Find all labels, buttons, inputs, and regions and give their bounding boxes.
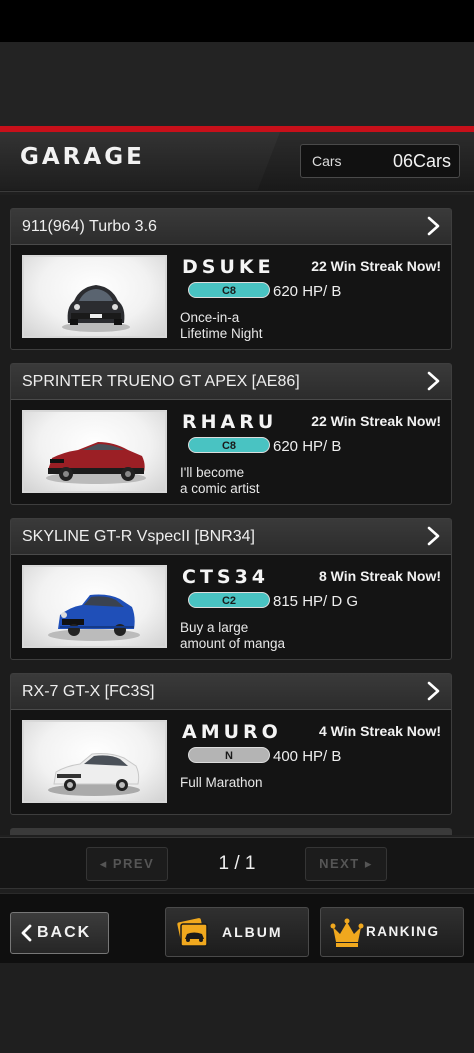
next-page-button[interactable]: NEXT ▸ xyxy=(305,847,387,881)
chevron-right-icon[interactable] xyxy=(423,216,443,236)
car-spec: 620 HP/ B xyxy=(273,438,342,455)
page-title: GARAGE xyxy=(20,144,145,170)
porsche-964-turbo-car-image xyxy=(22,255,167,338)
title-bar: GARAGE Cars 06Cars xyxy=(0,132,474,192)
car-card[interactable]: 911(964) Turbo 3.6 DSUKE 22 Win Streak N… xyxy=(10,208,452,350)
page-indicator: 1 / 1 xyxy=(218,853,256,874)
rank-badge: C8 xyxy=(188,437,270,453)
header-area xyxy=(0,42,474,126)
cars-count: 06Cars xyxy=(392,151,451,171)
back-button[interactable]: BACK xyxy=(10,912,109,954)
footer-area xyxy=(0,964,474,1053)
car-card[interactable]: RX-7 GT-X [FC3S] AMURO 4 Win Streak Now!… xyxy=(10,673,452,815)
back-label: BACK xyxy=(37,924,92,941)
win-streak: 22 Win Streak Now! xyxy=(311,258,441,274)
car-card-header[interactable]: SKYLINE GT-R VspecII [BNR34] xyxy=(11,519,451,555)
album-label: ALBUM xyxy=(222,924,283,940)
prev-page-button[interactable]: ◂ PREV xyxy=(86,847,168,881)
status-bar xyxy=(0,0,474,42)
pagination-bar: ◂ PREV 1 / 1 NEXT ▸ xyxy=(0,837,474,889)
ranking-label: RANKING xyxy=(366,924,440,939)
win-streak: 8 Win Streak Now! xyxy=(318,568,441,584)
caret-left-icon: ◂ xyxy=(99,856,108,871)
rx7-fc3s-car-image xyxy=(22,720,167,803)
album-button[interactable]: ALBUM xyxy=(165,907,309,957)
tagline-line-2: amount of manga xyxy=(180,635,286,651)
car-name: 911(964) Turbo 3.6 xyxy=(22,218,157,235)
car-name: SKYLINE GT-R VspecII [BNR34] xyxy=(22,528,255,545)
car-card-header[interactable]: SPRINTER TRUENO GT APEX [AE86] xyxy=(11,364,451,400)
win-streak: 22 Win Streak Now! xyxy=(311,413,441,429)
tagline-line-2: Lifetime Night xyxy=(180,325,263,341)
car-name: RX-7 GT-X [FC3S] xyxy=(22,683,155,700)
car-count-box: Cars 06Cars xyxy=(300,144,460,178)
chevron-right-icon[interactable] xyxy=(423,681,443,701)
car-card-header[interactable]: 911(964) Turbo 3.6 xyxy=(11,209,451,245)
tagline-line-1: I'll become xyxy=(180,465,245,480)
bottom-nav: BACK ALBUM RANKING xyxy=(0,893,474,963)
car-spec: 620 HP/ B xyxy=(273,283,342,300)
driver-name: AMURO xyxy=(182,721,282,743)
tagline-line-2: a comic artist xyxy=(180,480,260,496)
tagline: Once-in-a Lifetime Night xyxy=(180,310,263,341)
rank-badge: C2 xyxy=(188,592,270,608)
rank-badge: N xyxy=(188,747,270,763)
car-spec: 400 HP/ B xyxy=(273,748,342,765)
driver-name: RHARU xyxy=(182,411,278,433)
win-streak: 4 Win Streak Now! xyxy=(318,723,441,739)
tagline-line-1: Buy a large xyxy=(180,620,249,635)
car-card[interactable]: SKYLINE GT-R VspecII [BNR34] CTS34 8 Win… xyxy=(10,518,452,660)
chevron-right-icon[interactable] xyxy=(423,526,443,546)
ae86-trueno-car-image xyxy=(22,410,167,493)
cars-label: Cars xyxy=(312,153,342,169)
crown-icon xyxy=(330,918,364,947)
prev-label: PREV xyxy=(112,856,155,871)
tagline-line-1: Full Marathon xyxy=(180,775,263,790)
ranking-button[interactable]: RANKING xyxy=(320,907,464,957)
car-card[interactable]: SPRINTER TRUENO GT APEX [AE86] RHARU 22 … xyxy=(10,363,452,505)
tagline-line-1: Once-in-a xyxy=(180,310,240,325)
chevron-left-icon xyxy=(21,924,32,942)
tagline: Full Marathon xyxy=(180,775,263,791)
caret-right-icon: ▸ xyxy=(364,856,373,871)
car-name: SPRINTER TRUENO GT APEX [AE86] xyxy=(22,373,300,390)
skyline-r34-car-image xyxy=(22,565,167,648)
album-icon xyxy=(177,918,208,947)
driver-name: DSUKE xyxy=(182,256,275,278)
car-card-header[interactable]: RX-7 GT-X [FC3S] xyxy=(11,674,451,710)
next-label: NEXT xyxy=(319,856,360,871)
next-card-peek xyxy=(10,828,452,835)
driver-name: CTS34 xyxy=(182,566,270,588)
tagline: I'll become a comic artist xyxy=(180,465,260,496)
rank-badge: C8 xyxy=(188,282,270,298)
car-spec: 815 HP/ D G xyxy=(273,593,359,610)
car-list[interactable]: 911(964) Turbo 3.6 DSUKE 22 Win Streak N… xyxy=(0,195,474,835)
chevron-right-icon[interactable] xyxy=(423,371,443,391)
tagline: Buy a large amount of manga xyxy=(180,620,285,651)
